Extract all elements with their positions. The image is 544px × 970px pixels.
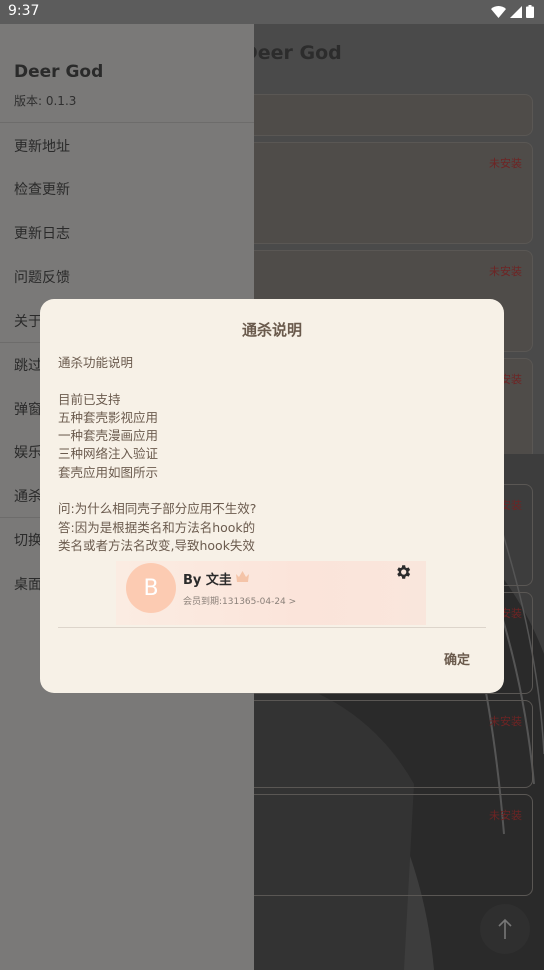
avatar: B [126, 563, 176, 613]
drawer-app-name: Deer God [14, 62, 104, 82]
background-card: 未安装 [254, 142, 533, 244]
crown-icon [236, 571, 249, 582]
info-dialog: 通杀说明 通杀功能说明 目前已支持 五种套壳影视应用 一种套壳漫画应用 三种网络… [40, 299, 504, 693]
dialog-blank-line [58, 482, 256, 500]
arrow-up-icon [498, 918, 512, 939]
drawer-header-divider [0, 122, 254, 123]
dialog-line: 通杀功能说明 [58, 355, 134, 370]
background-title: Deer God [254, 42, 342, 64]
drawer-item-about[interactable]: 关于 [14, 311, 42, 331]
background-title-text: Deer God [254, 42, 342, 64]
dialog-line: 五种套壳影视应用 [58, 409, 159, 425]
example-screenshot-card: B By 文圭 会员到期:131365-04-24 > [116, 561, 426, 625]
drawer-version: 版本: 0.1.3 [14, 94, 77, 108]
dialog-line: 一种套壳漫画应用 [58, 428, 159, 444]
card-status: 未安装 [489, 157, 522, 170]
dialog-line: 套壳应用如图所示 [58, 464, 159, 480]
wifi-icon [491, 5, 506, 18]
drawer-item-popup[interactable]: 弹窗 [14, 399, 42, 419]
battery-icon [526, 5, 534, 18]
status-icons [491, 5, 534, 18]
dialog-line: 问:为什么相同壳子部分应用不生效? [58, 501, 257, 517]
background-card: 未安装 [254, 700, 533, 788]
drawer-item-universal-kill[interactable]: 通杀 [14, 486, 42, 506]
confirm-button[interactable]: 确定 [444, 649, 470, 668]
status-bar: 9:37 [0, 0, 544, 24]
dialog-blank-line [58, 372, 256, 390]
dialog-title: 通杀说明 [241, 321, 302, 339]
drawer-item-desktop[interactable]: 桌面 [14, 574, 42, 594]
dialog-line: 类名或者方法名改变,导致hook失效 [58, 537, 255, 553]
background-card [254, 94, 533, 136]
card-status: 未安装 [489, 715, 522, 728]
drawer-item-check-update[interactable]: 检查更新 [14, 179, 70, 199]
status-time: 9:37 [8, 3, 40, 19]
dialog-line: 三种网络注入验证 [58, 446, 159, 462]
dialog-line: 答:因为是根据类名和方法名hook的 [58, 519, 256, 535]
gear-icon [397, 565, 411, 579]
drawer-item-entertainment[interactable]: 娱乐 [14, 442, 42, 462]
card-status: 未安装 [489, 265, 522, 278]
drawer-item-feedback[interactable]: 问题反馈 [14, 267, 70, 287]
dialog-line: 目前已支持 [58, 391, 121, 407]
vip-expiry: 会员到期:131365-04-24 > [183, 597, 297, 607]
card-status: 未安装 [489, 809, 522, 822]
drawer-item-switch[interactable]: 切换 [14, 530, 42, 550]
background-card: 未安装 [254, 794, 533, 896]
drawer-item-skip[interactable]: 跳过 [14, 355, 42, 375]
dialog-body: 通杀功能说明 目前已支持 五种套壳影视应用 一种套壳漫画应用 三种网络注入验证 … [58, 354, 256, 555]
scroll-top-button[interactable] [480, 904, 530, 954]
signal-icon [510, 5, 522, 18]
drawer-item-changelog[interactable]: 更新日志 [14, 223, 70, 243]
drawer-item-update-url[interactable]: 更新地址 [14, 136, 70, 156]
dialog-divider [58, 627, 486, 628]
vip-user-name: By 文圭 [183, 573, 232, 588]
